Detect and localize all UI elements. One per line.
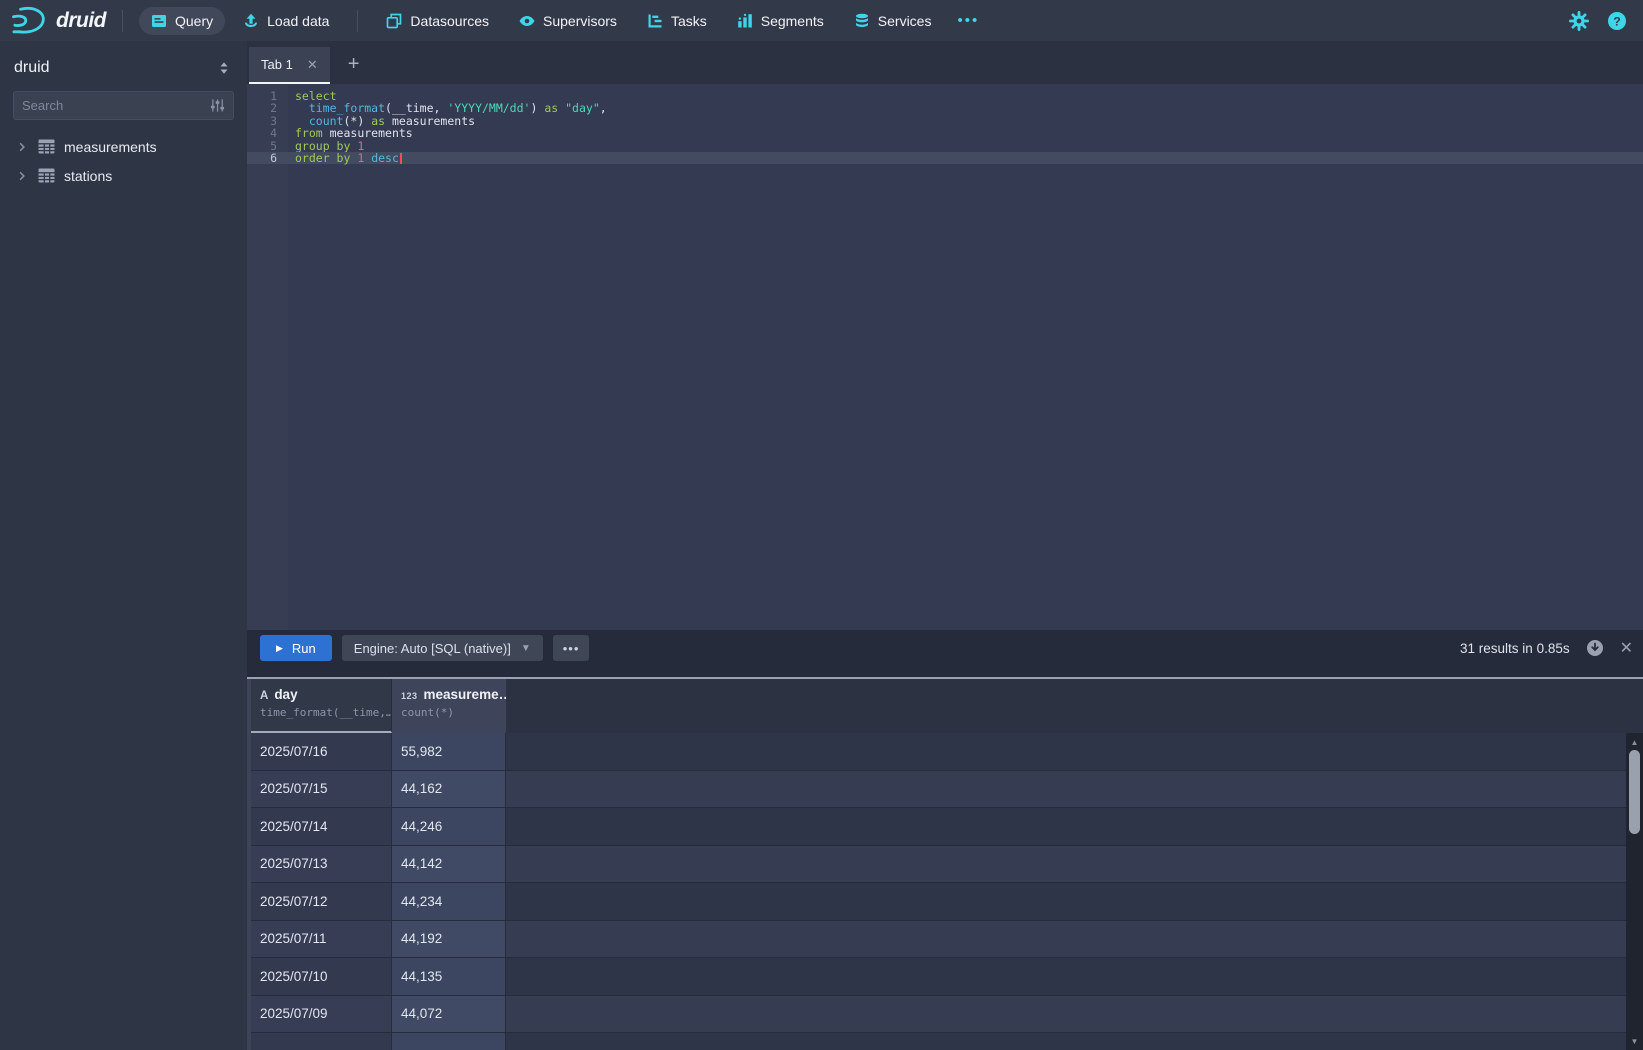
search-box: [13, 91, 234, 120]
sql-editor[interactable]: 1select2 time_format(__time, 'YYYY/MM/dd…: [247, 84, 1643, 630]
table-row: 2025/07/0944,072: [251, 996, 1643, 1034]
results-header: A day time_format(__time,… 123 measureme…: [251, 679, 1643, 733]
eye-icon: [519, 13, 535, 29]
bar-chart-icon: [737, 13, 753, 29]
schema-title: druid: [14, 59, 50, 77]
schema-sidebar: druid measurementsstations: [0, 41, 247, 1050]
search-input[interactable]: [22, 98, 210, 113]
editor-line-3: 3 count(*) as measurements: [247, 115, 1643, 127]
panel-resize-handle[interactable]: [247, 679, 251, 1050]
line-number: 5: [247, 140, 288, 152]
nav-item-query[interactable]: Query: [139, 7, 225, 35]
scroll-up-icon[interactable]: ▲: [1626, 735, 1643, 749]
results-body: 2025/07/1655,9822025/07/1544,1622025/07/…: [251, 733, 1643, 1050]
results-panel: A day time_format(__time,… 123 measureme…: [247, 677, 1643, 1050]
cell-day[interactable]: 2025/07/15: [251, 771, 392, 808]
number-type-icon: 123: [401, 691, 418, 701]
table-row-partial: [251, 1033, 1643, 1050]
run-bar: ▶ Run Engine: Auto [SQL (native)] ▼ ••• …: [247, 630, 1643, 677]
table-row: 2025/07/1655,982: [251, 733, 1643, 771]
editor-gutter: [247, 84, 288, 630]
nav-item-load-data[interactable]: Load data: [231, 7, 341, 35]
datasources-icon: [386, 13, 402, 29]
line-number: 6: [247, 152, 288, 164]
editor-line-6: 6order by 1 desc: [247, 152, 1643, 164]
line-number: 2: [247, 102, 288, 114]
chevron-right-icon[interactable]: [16, 141, 28, 153]
nav-more-button[interactable]: •••: [949, 6, 987, 35]
nav-divider: [122, 10, 123, 32]
engine-select-button[interactable]: Engine: Auto [SQL (native)] ▼: [342, 635, 543, 661]
query-tab-strip: Tab 1 ✕ +: [247, 41, 1643, 84]
cell-measurements[interactable]: 44,192: [392, 921, 506, 958]
gantt-icon: [647, 13, 663, 29]
cell-day[interactable]: 2025/07/13: [251, 846, 392, 883]
cell-measurements[interactable]: 44,246: [392, 808, 506, 845]
svg-text:?: ?: [1613, 14, 1620, 28]
play-icon: ▶: [276, 643, 283, 654]
cell-measurements[interactable]: 44,072: [392, 996, 506, 1033]
string-type-icon: A: [260, 690, 268, 702]
cell-measurements[interactable]: 55,982: [392, 733, 506, 770]
line-number: 4: [247, 127, 288, 139]
tab-label: Tab 1: [261, 57, 293, 72]
nav-item-segments[interactable]: Segments: [725, 7, 836, 35]
column-header-measurements[interactable]: 123 measureme… count(*): [392, 679, 506, 733]
cell-day[interactable]: 2025/07/14: [251, 808, 392, 845]
results-summary: 31 results in 0.85s: [1460, 641, 1570, 656]
tree-item-stations[interactable]: stations: [13, 161, 234, 190]
chevron-down-icon: ▼: [521, 643, 531, 654]
results-scrollbar[interactable]: ▲ ▼: [1626, 733, 1643, 1050]
nav-item-tasks[interactable]: Tasks: [635, 7, 719, 35]
nav-item-services[interactable]: Services: [842, 7, 944, 35]
cell-day[interactable]: 2025/07/12: [251, 883, 392, 920]
table-row: 2025/07/1244,234: [251, 883, 1643, 921]
table-row: 2025/07/1444,246: [251, 808, 1643, 846]
cell-measurements[interactable]: 44,142: [392, 846, 506, 883]
cell-day[interactable]: 2025/07/16: [251, 733, 392, 770]
table-icon: [38, 139, 55, 154]
nav-item-supervisors[interactable]: Supervisors: [507, 7, 629, 35]
cell-measurements[interactable]: 44,162: [392, 771, 506, 808]
scrollbar-thumb[interactable]: [1629, 750, 1640, 834]
table-row: 2025/07/1344,142: [251, 846, 1643, 884]
cell-measurements[interactable]: 44,135: [392, 958, 506, 995]
chevron-right-icon[interactable]: [16, 170, 28, 182]
double-caret-vertical-icon[interactable]: [217, 61, 231, 75]
cell-day[interactable]: 2025/07/11: [251, 921, 392, 958]
cell-measurements[interactable]: 44,234: [392, 883, 506, 920]
line-number: 1: [247, 90, 288, 102]
upload-icon: [243, 13, 259, 29]
line-number: 3: [247, 115, 288, 127]
console-icon: [151, 13, 167, 29]
column-header-day[interactable]: A day time_format(__time,…: [251, 679, 392, 733]
druid-logo-icon: [10, 5, 48, 37]
editor-line-4: 4from measurements: [247, 127, 1643, 139]
nav-item-datasources[interactable]: Datasources: [374, 7, 501, 35]
table-row: 2025/07/1544,162: [251, 771, 1643, 809]
database-icon: [854, 13, 870, 29]
nav-separator: [357, 10, 358, 32]
add-tab-button[interactable]: +: [348, 53, 360, 84]
tab-tab1[interactable]: Tab 1 ✕: [249, 47, 330, 84]
gear-icon[interactable]: [1569, 11, 1589, 31]
query-more-button[interactable]: •••: [553, 635, 590, 661]
tree-item-measurements[interactable]: measurements: [13, 132, 234, 161]
close-results-icon[interactable]: ✕: [1620, 638, 1633, 658]
scroll-down-icon[interactable]: ▼: [1626, 1034, 1643, 1048]
top-navbar: druid QueryLoad data DatasourcesSuperviso…: [0, 0, 1643, 41]
download-results-icon[interactable]: [1586, 639, 1604, 657]
filter-sliders-icon[interactable]: [210, 98, 225, 113]
run-button[interactable]: ▶ Run: [260, 635, 332, 661]
help-icon[interactable]: ?: [1607, 11, 1627, 31]
editor-line-5: 5group by 1: [247, 140, 1643, 152]
table-icon: [38, 168, 55, 183]
table-row: 2025/07/1144,192: [251, 921, 1643, 959]
cell-day[interactable]: 2025/07/09: [251, 996, 392, 1033]
close-tab-icon[interactable]: ✕: [307, 57, 318, 73]
table-row: 2025/07/1044,135: [251, 958, 1643, 996]
druid-wordmark: druid: [56, 9, 106, 33]
text-cursor: [400, 153, 402, 164]
cell-day[interactable]: 2025/07/10: [251, 958, 392, 995]
